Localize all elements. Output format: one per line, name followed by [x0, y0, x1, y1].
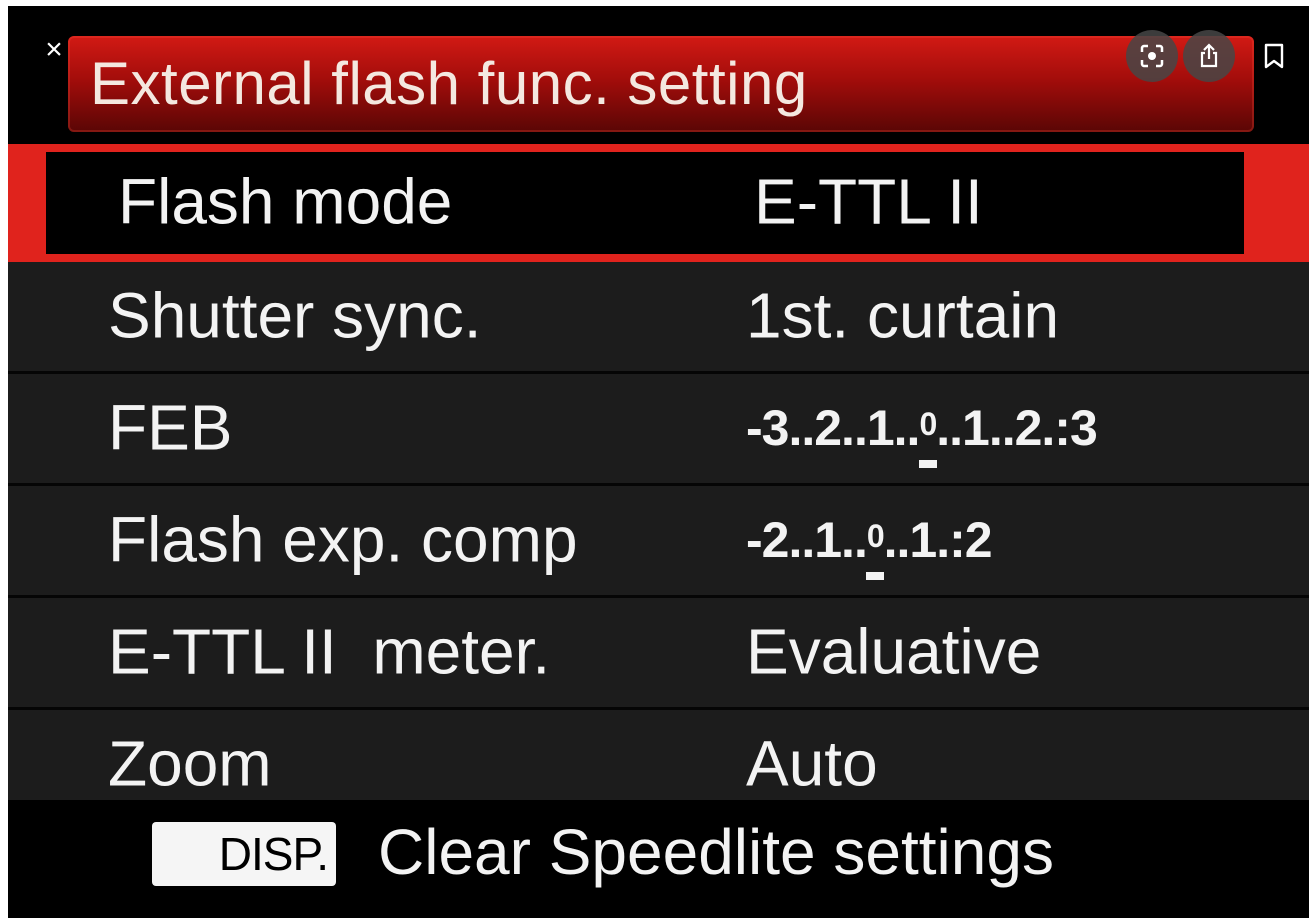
- bookmark-button[interactable]: [1252, 30, 1296, 82]
- title-bar: External flash func. setting: [68, 36, 1254, 132]
- menu-item-ettl-meter[interactable]: E-TTL II meter. Evaluative: [8, 598, 1309, 710]
- menu-item-label: Shutter sync.: [108, 279, 482, 352]
- scale-right: ..1.:2: [883, 511, 993, 568]
- lens-icon: [1140, 44, 1164, 68]
- menu-item-value: E-TTL II: [754, 165, 983, 238]
- menu-item-label: FEB: [108, 391, 233, 464]
- menu-item-value: Auto: [746, 727, 878, 800]
- scale-left: -3..2..1..: [746, 399, 920, 456]
- menu-item-label: Zoom: [108, 727, 272, 800]
- menu-item-value: Evaluative: [746, 615, 1042, 688]
- share-icon: [1200, 43, 1218, 68]
- clear-speedlite-settings-label[interactable]: Clear Speedlite settings: [378, 812, 1054, 892]
- page-title: External flash func. setting: [90, 50, 808, 117]
- menu-item-value: 1st. curtain: [746, 279, 1060, 352]
- scale-center-marker: 0: [918, 405, 937, 468]
- menu-item-flash-exp-comp[interactable]: Flash exp. comp -2..1..0..1.:2: [8, 486, 1309, 598]
- camera-menu-screen: External flash func. setting Flash mode …: [8, 6, 1309, 918]
- menu-item-feb[interactable]: FEB -3..2..1..0..1..2.:3: [8, 374, 1309, 486]
- scale-left: -2..1..: [746, 511, 868, 568]
- feb-scale: -3..2..1..0..1..2.:3: [746, 399, 1098, 468]
- bookmark-icon: [1264, 43, 1284, 69]
- menu-item-flash-mode[interactable]: Flash mode E-TTL II: [8, 144, 1309, 262]
- share-button[interactable]: [1183, 30, 1235, 82]
- exp-comp-scale: -2..1..0..1.:2: [746, 511, 993, 580]
- disp-button-badge[interactable]: DISP.: [152, 822, 336, 886]
- menu-item-label: E-TTL II meter.: [108, 615, 551, 688]
- lens-button[interactable]: [1126, 30, 1178, 82]
- close-button[interactable]: ×: [36, 32, 72, 68]
- menu-item-shutter-sync[interactable]: Shutter sync. 1st. curtain: [8, 262, 1309, 374]
- scale-center-marker: 0: [866, 517, 885, 580]
- footer: DISP. Clear Speedlite settings: [8, 800, 1309, 918]
- flash-settings-menu: Flash mode E-TTL II Shutter sync. 1st. c…: [8, 144, 1309, 822]
- menu-item-label: Flash exp. comp: [108, 503, 578, 576]
- menu-item-label: Flash mode: [118, 165, 453, 238]
- scale-right: ..1..2.:3: [936, 399, 1098, 456]
